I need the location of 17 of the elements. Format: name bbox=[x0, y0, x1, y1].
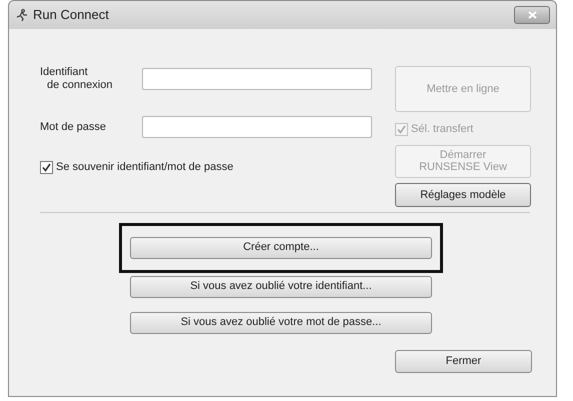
input-field[interactable] bbox=[142, 116, 372, 138]
field-label: Mot de passe bbox=[40, 120, 108, 134]
account-button[interactable]: Si vous avez oublié votre identifiant... bbox=[130, 276, 432, 298]
close-button[interactable] bbox=[514, 6, 550, 24]
window-title: Run Connect bbox=[33, 6, 109, 24]
account-button[interactable]: Créer compte... bbox=[130, 236, 432, 258]
account-button[interactable]: Si vous avez oublié votre mot de passe... bbox=[130, 312, 432, 334]
checkbox-label: Se souvenir identifiant/mot de passe bbox=[56, 160, 234, 175]
close-icon bbox=[528, 11, 536, 19]
checkbox-label: Sél. transfert bbox=[411, 122, 474, 137]
field-label: Identifiant bbox=[40, 66, 89, 79]
field-label: de connexion bbox=[46, 79, 114, 92]
close-dialog-button[interactable]: Fermer bbox=[395, 350, 532, 372]
side-button[interactable]: Réglages modèle bbox=[395, 182, 531, 206]
runner-icon bbox=[15, 8, 29, 22]
input-field[interactable] bbox=[142, 68, 372, 90]
checkbox[interactable] bbox=[40, 160, 53, 174]
